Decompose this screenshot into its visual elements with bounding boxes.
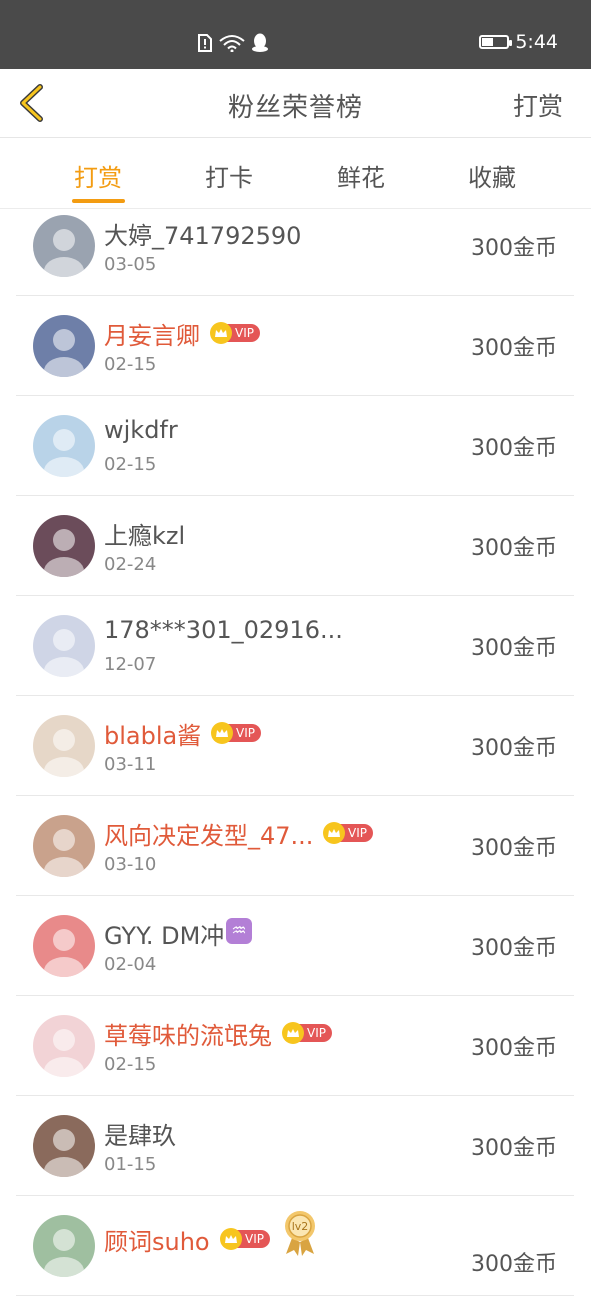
- avatar[interactable]: [33, 1215, 95, 1277]
- fan-row[interactable]: blabla酱 03-11 300金币 VIP: [16, 696, 574, 796]
- fan-row[interactable]: 月妄言卿 02-15 300金币 VIP: [16, 296, 574, 396]
- fan-name: wjkdfr: [104, 416, 178, 444]
- avatar[interactable]: [33, 815, 95, 877]
- fan-name: 风向决定发型_47...: [104, 822, 314, 850]
- fan-row[interactable]: 大婷_741792590 03-05 300金币: [16, 196, 574, 296]
- status-right: 5:44: [479, 31, 558, 53]
- crown-icon: [210, 322, 232, 344]
- reward-date: 02-24: [104, 554, 157, 575]
- vip-badge: VIP: [323, 822, 373, 844]
- vip-badge: VIP: [210, 322, 260, 344]
- qq-icon: [252, 33, 268, 52]
- avatar[interactable]: [33, 515, 95, 577]
- status-bar: 5:44: [0, 0, 591, 69]
- level-medal-icon: lv2: [282, 1210, 318, 1256]
- avatar[interactable]: [33, 915, 95, 977]
- fan-name: blabla酱: [104, 722, 202, 750]
- tab-reward[interactable]: 打赏: [58, 158, 138, 193]
- page-title: 粉丝荣誉榜: [227, 93, 363, 123]
- tab-favorites[interactable]: 收藏: [452, 158, 532, 193]
- reward-amount: 300金币: [471, 1252, 557, 1277]
- battery-icon: [479, 35, 513, 49]
- sim-alert-icon: [198, 34, 212, 52]
- status-time: 5:44: [515, 31, 558, 53]
- crown-icon: [282, 1022, 304, 1044]
- reward-amount: 300金币: [471, 336, 557, 361]
- avatar[interactable]: [33, 615, 95, 677]
- avatar[interactable]: [33, 415, 95, 477]
- reward-amount: 300金币: [471, 636, 557, 661]
- fan-row[interactable]: 上瘾kzl 02-24 300金币: [16, 496, 574, 596]
- fan-row[interactable]: wjkdfr 02-15 300金币: [16, 396, 574, 496]
- avatar[interactable]: [33, 315, 95, 377]
- avatar[interactable]: [33, 715, 95, 777]
- aquarius-icon: ♒: [226, 918, 252, 944]
- vip-badge: VIP: [220, 1228, 270, 1250]
- reward-date: 02-15: [104, 1054, 157, 1075]
- fan-row[interactable]: GYY. DM冲 02-04 300金币 ♒: [16, 896, 574, 996]
- wifi-icon: [219, 35, 245, 52]
- reward-amount: 300金币: [471, 536, 557, 561]
- fan-name: 草莓味的流氓兔: [104, 1022, 272, 1050]
- fan-name: 顾词suho: [104, 1228, 210, 1256]
- fan-name: GYY. DM冲: [104, 922, 225, 950]
- reward-amount: 300金币: [471, 1136, 557, 1161]
- fan-row[interactable]: 178***301_02916... 12-07 300金币: [16, 596, 574, 696]
- fan-row[interactable]: 草莓味的流氓兔 02-15 300金币 VIP: [16, 996, 574, 1096]
- fan-name: 是肆玖: [104, 1122, 176, 1150]
- avatar[interactable]: [33, 1015, 95, 1077]
- crown-icon: [211, 722, 233, 744]
- crown-icon: [323, 822, 345, 844]
- reward-amount: 300金币: [471, 936, 557, 961]
- reward-amount: 300金币: [471, 436, 557, 461]
- crown-icon: [220, 1228, 242, 1250]
- tab-checkin[interactable]: 打卡: [189, 158, 269, 193]
- avatar[interactable]: [33, 1115, 95, 1177]
- reward-amount: 300金币: [471, 736, 557, 761]
- status-icons: [197, 33, 269, 53]
- reward-amount: 300金币: [471, 236, 557, 261]
- reward-amount: 300金币: [471, 1036, 557, 1061]
- svg-text:lv2: lv2: [292, 1220, 309, 1233]
- fan-row[interactable]: 风向决定发型_47... 03-10 300金币 VIP: [16, 796, 574, 896]
- vip-badge: VIP: [282, 1022, 332, 1044]
- nav-bar: 粉丝荣誉榜 打赏: [0, 69, 591, 138]
- fan-name: 178***301_02916...: [104, 616, 343, 644]
- fan-row[interactable]: 是肆玖 01-15 300金币: [16, 1096, 574, 1196]
- avatar[interactable]: [33, 215, 95, 277]
- fan-name: 月妄言卿: [104, 322, 200, 350]
- reward-date: 02-15: [104, 454, 157, 475]
- fan-name: 大婷_741792590: [104, 222, 302, 250]
- reward-button[interactable]: 打赏: [513, 87, 563, 123]
- reward-date: 02-15: [104, 354, 157, 375]
- fan-name: 上瘾kzl: [104, 522, 186, 550]
- reward-date: 03-05: [104, 254, 157, 275]
- reward-amount: 300金币: [471, 836, 557, 861]
- reward-date: 03-11: [104, 754, 157, 775]
- reward-date: 12-07: [104, 654, 157, 675]
- reward-date: 03-10: [104, 854, 157, 875]
- vip-badge: VIP: [211, 722, 261, 744]
- tab-flowers[interactable]: 鲜花: [321, 158, 401, 193]
- fan-row[interactable]: 顾词suho 300金币 VIP lv2: [16, 1196, 574, 1296]
- reward-date: 01-15: [104, 1154, 157, 1175]
- reward-date: 02-04: [104, 954, 157, 975]
